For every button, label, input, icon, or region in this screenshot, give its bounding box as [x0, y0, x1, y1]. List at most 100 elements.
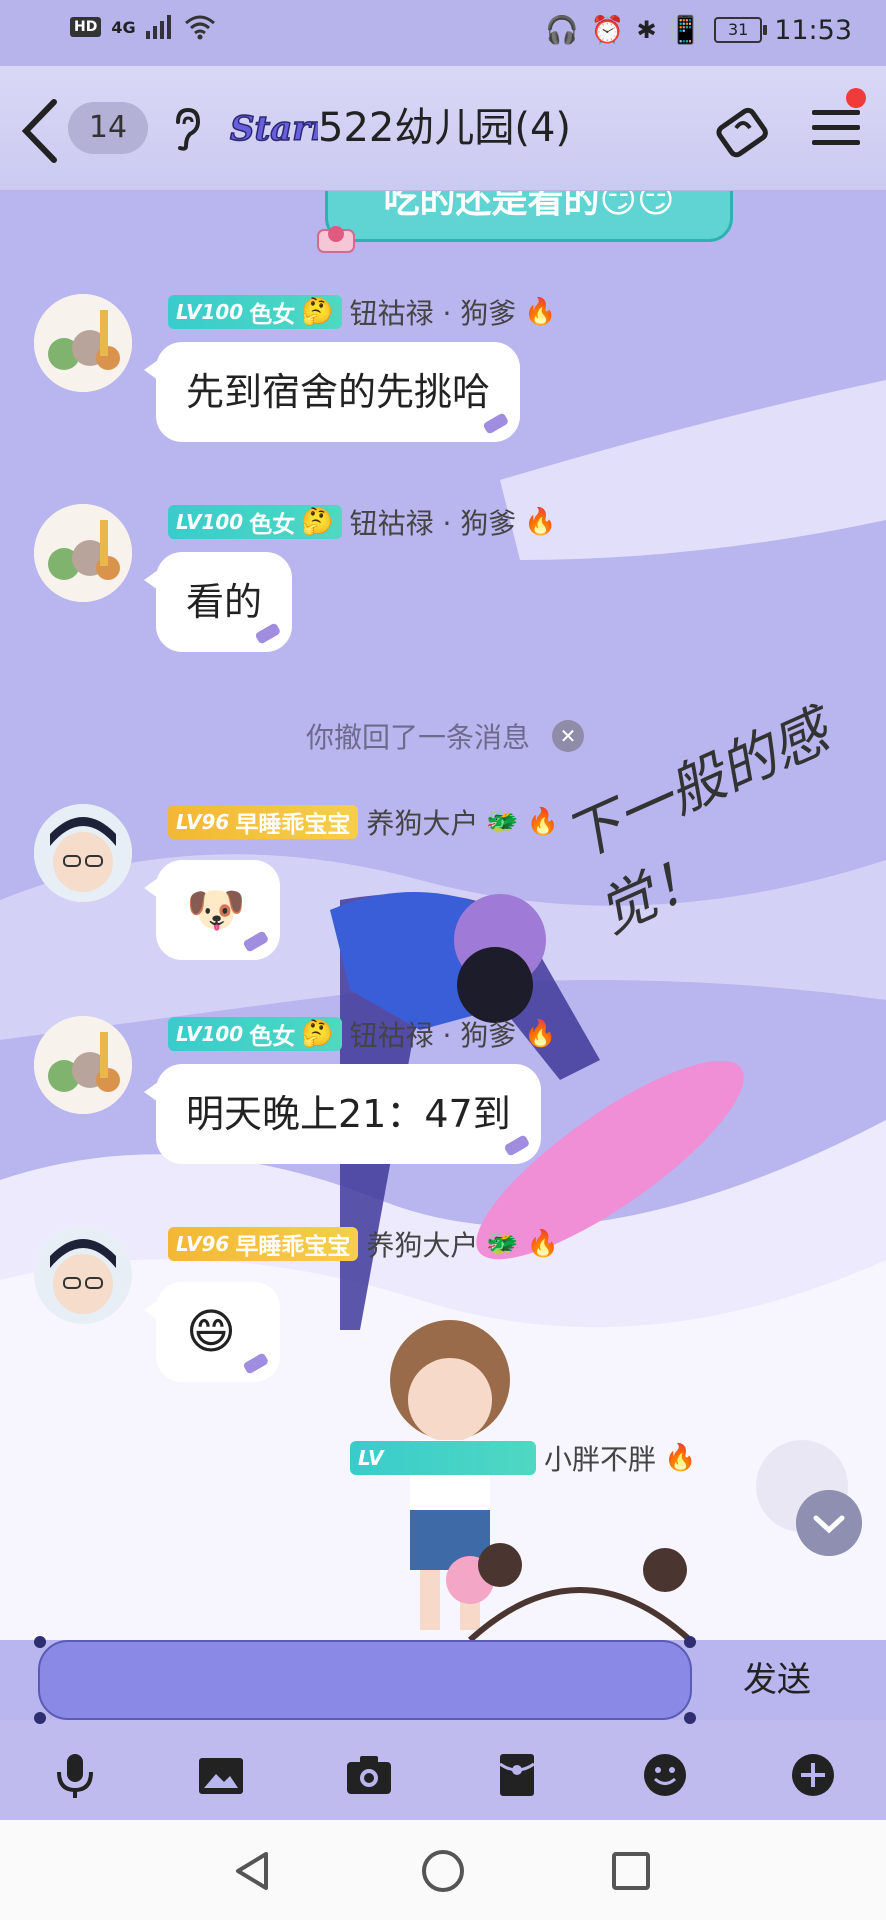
level-badge: LV	[350, 1441, 536, 1475]
system-navigation-bar	[0, 1820, 886, 1920]
alarm-icon: ⏰	[590, 15, 625, 46]
fire-icon: 🔥	[526, 807, 560, 837]
fire-icon: 🔥	[526, 1229, 560, 1259]
pencil-decoration-icon	[255, 623, 280, 644]
chat-header: 14 Starry 522幼儿园(4)	[0, 66, 886, 191]
level-badge: LV100 色女 🤔	[168, 295, 342, 329]
close-icon[interactable]: ✕	[552, 720, 585, 752]
image-icon[interactable]	[196, 1750, 246, 1800]
battery-icon: 31	[714, 17, 768, 43]
avatar[interactable]	[34, 804, 132, 902]
back-arrow-icon[interactable]	[18, 96, 62, 166]
message-text: 先到宿舍的先挑哈	[186, 370, 491, 414]
wifi-icon	[184, 15, 215, 40]
home-circle-icon[interactable]	[418, 1846, 468, 1896]
message-meta: LV 小胖不胖 🔥	[350, 1440, 696, 1476]
starry-logo-text: Starry	[230, 109, 318, 149]
unread-count-badge[interactable]: 14	[68, 102, 148, 154]
recent-apps-square-icon[interactable]	[606, 1846, 656, 1896]
avatar[interactable]	[34, 504, 132, 602]
message-meta: LV100 色女 🤔 钮祜禄 · 狗爹 🔥	[168, 504, 557, 540]
bluetooth-icon: ✱	[636, 16, 657, 44]
status-bar: HD 4G 🎧 ⏰ ✱ 📳 31 11:53	[0, 0, 886, 66]
pencil-decoration-icon	[243, 931, 268, 952]
sender-name[interactable]: 钮祜禄 · 狗爹	[350, 292, 517, 332]
input-toolbar	[0, 1732, 886, 1818]
level-badge: LV100 色女 🤔	[168, 1017, 342, 1051]
message-text: 看的	[186, 580, 263, 624]
starry-logo: Starry	[229, 108, 318, 150]
vibrate-icon: 📳	[668, 15, 703, 46]
emoji-icon[interactable]	[640, 1750, 690, 1800]
thinking-emoji-icon: 🤔	[301, 507, 334, 537]
thinking-emoji-icon: 🤔	[301, 297, 334, 327]
red-packet-icon[interactable]	[492, 1750, 542, 1800]
message-bubble[interactable]: 先到宿舍的先挑哈	[144, 342, 521, 442]
level-label: LV	[358, 1446, 384, 1470]
group-title: 522幼儿园(4)	[318, 105, 572, 151]
title-label: 色女	[249, 1024, 296, 1050]
sender-name[interactable]: 小胖不胖	[544, 1438, 656, 1478]
pencil-decoration-icon	[504, 1135, 529, 1156]
avatar[interactable]	[34, 1226, 132, 1324]
message-bubble-sticker[interactable]: 😄	[144, 1282, 280, 1382]
message-meta: LV96 早睡乖宝宝 养狗大户 🐲 🔥	[168, 1226, 559, 1262]
microphone-icon[interactable]	[50, 1750, 100, 1800]
message-bubble[interactable]: 看的	[144, 552, 293, 652]
fire-icon: 🔥	[524, 507, 557, 537]
message-text: 明天晚上21：47到	[186, 1092, 511, 1136]
level-badge: LV96 早睡乖宝宝	[168, 1227, 359, 1261]
gift-icon[interactable]	[712, 98, 774, 160]
back-triangle-icon[interactable]	[228, 1846, 278, 1896]
recall-notice-text: 你撤回了一条消息	[306, 721, 531, 754]
message-meta: LV100 色女 🤔 钮祜禄 · 狗爹 🔥	[168, 1016, 557, 1052]
signal-bars-icon	[145, 15, 171, 39]
hd-icon: HD	[70, 17, 102, 37]
recall-notice: 你撤回了一条消息 ✕	[306, 716, 585, 756]
level-badge: LV100 色女 🤔	[168, 505, 342, 539]
chat-message-list[interactable]: 吃的还是看的😏😏 LV100 色女 🤔 钮祜禄 · 狗爹 🔥 先到宿舍的先挑哈	[0, 170, 886, 1630]
level-label: LV100	[176, 510, 244, 534]
headphones-icon: 🎧	[545, 15, 579, 46]
plus-icon[interactable]	[788, 1750, 838, 1800]
camera-icon[interactable]	[344, 1750, 394, 1800]
level-badge: LV96 早睡乖宝宝	[168, 805, 359, 839]
message-meta: LV100 色女 🤔 钮祜禄 · 狗爹 🔥	[168, 294, 557, 330]
pencil-decoration-icon	[243, 1353, 268, 1374]
sender-name[interactable]: 养狗大户	[366, 802, 478, 842]
dragon-icon: 🐲	[486, 807, 519, 837]
menu-icon[interactable]	[808, 100, 864, 156]
thinking-emoji-icon: 🤔	[301, 1019, 334, 1049]
message-input[interactable]	[34, 1636, 696, 1724]
emoji-sticker-icon: 😄	[186, 1304, 237, 1360]
shiba-sticker-icon: 🐶	[186, 882, 246, 938]
level-label: LV100	[176, 1022, 244, 1046]
signal-icon: 4G	[111, 17, 136, 37]
avatar[interactable]	[34, 1016, 132, 1114]
ear-icon[interactable]	[172, 106, 202, 152]
message-meta: LV96 早睡乖宝宝 养狗大户 🐲 🔥	[168, 804, 559, 840]
message-bubble-sticker[interactable]: 🐶	[144, 860, 280, 960]
title-label: 早睡乖宝宝	[235, 812, 351, 838]
telephone-icon	[317, 226, 355, 253]
sender-name[interactable]: 钮祜禄 · 狗爹	[350, 502, 517, 542]
scroll-down-chevron-icon[interactable]	[796, 1490, 862, 1556]
notification-dot	[846, 88, 866, 108]
fire-icon: 🔥	[524, 1019, 557, 1049]
title-label: 色女	[249, 512, 296, 538]
sender-name[interactable]: 钮祜禄 · 狗爹	[350, 1014, 517, 1054]
level-label: LV100	[176, 300, 244, 324]
sender-name[interactable]: 养狗大户	[366, 1224, 478, 1264]
title-label: 早睡乖宝宝	[235, 1234, 351, 1260]
clock-time: 11:53	[774, 14, 852, 46]
pencil-decoration-icon	[483, 413, 508, 434]
fire-icon: 🔥	[524, 297, 557, 327]
title-label: 色女	[249, 302, 296, 328]
message-bubble[interactable]: 明天晚上21：47到	[144, 1064, 541, 1164]
avatar[interactable]	[34, 294, 132, 392]
send-button[interactable]: 发送	[722, 1652, 832, 1708]
dragon-icon: 🐲	[486, 1229, 519, 1259]
level-label: LV96	[176, 1232, 230, 1256]
fire-icon: 🔥	[664, 1443, 697, 1473]
level-label: LV96	[176, 810, 230, 834]
